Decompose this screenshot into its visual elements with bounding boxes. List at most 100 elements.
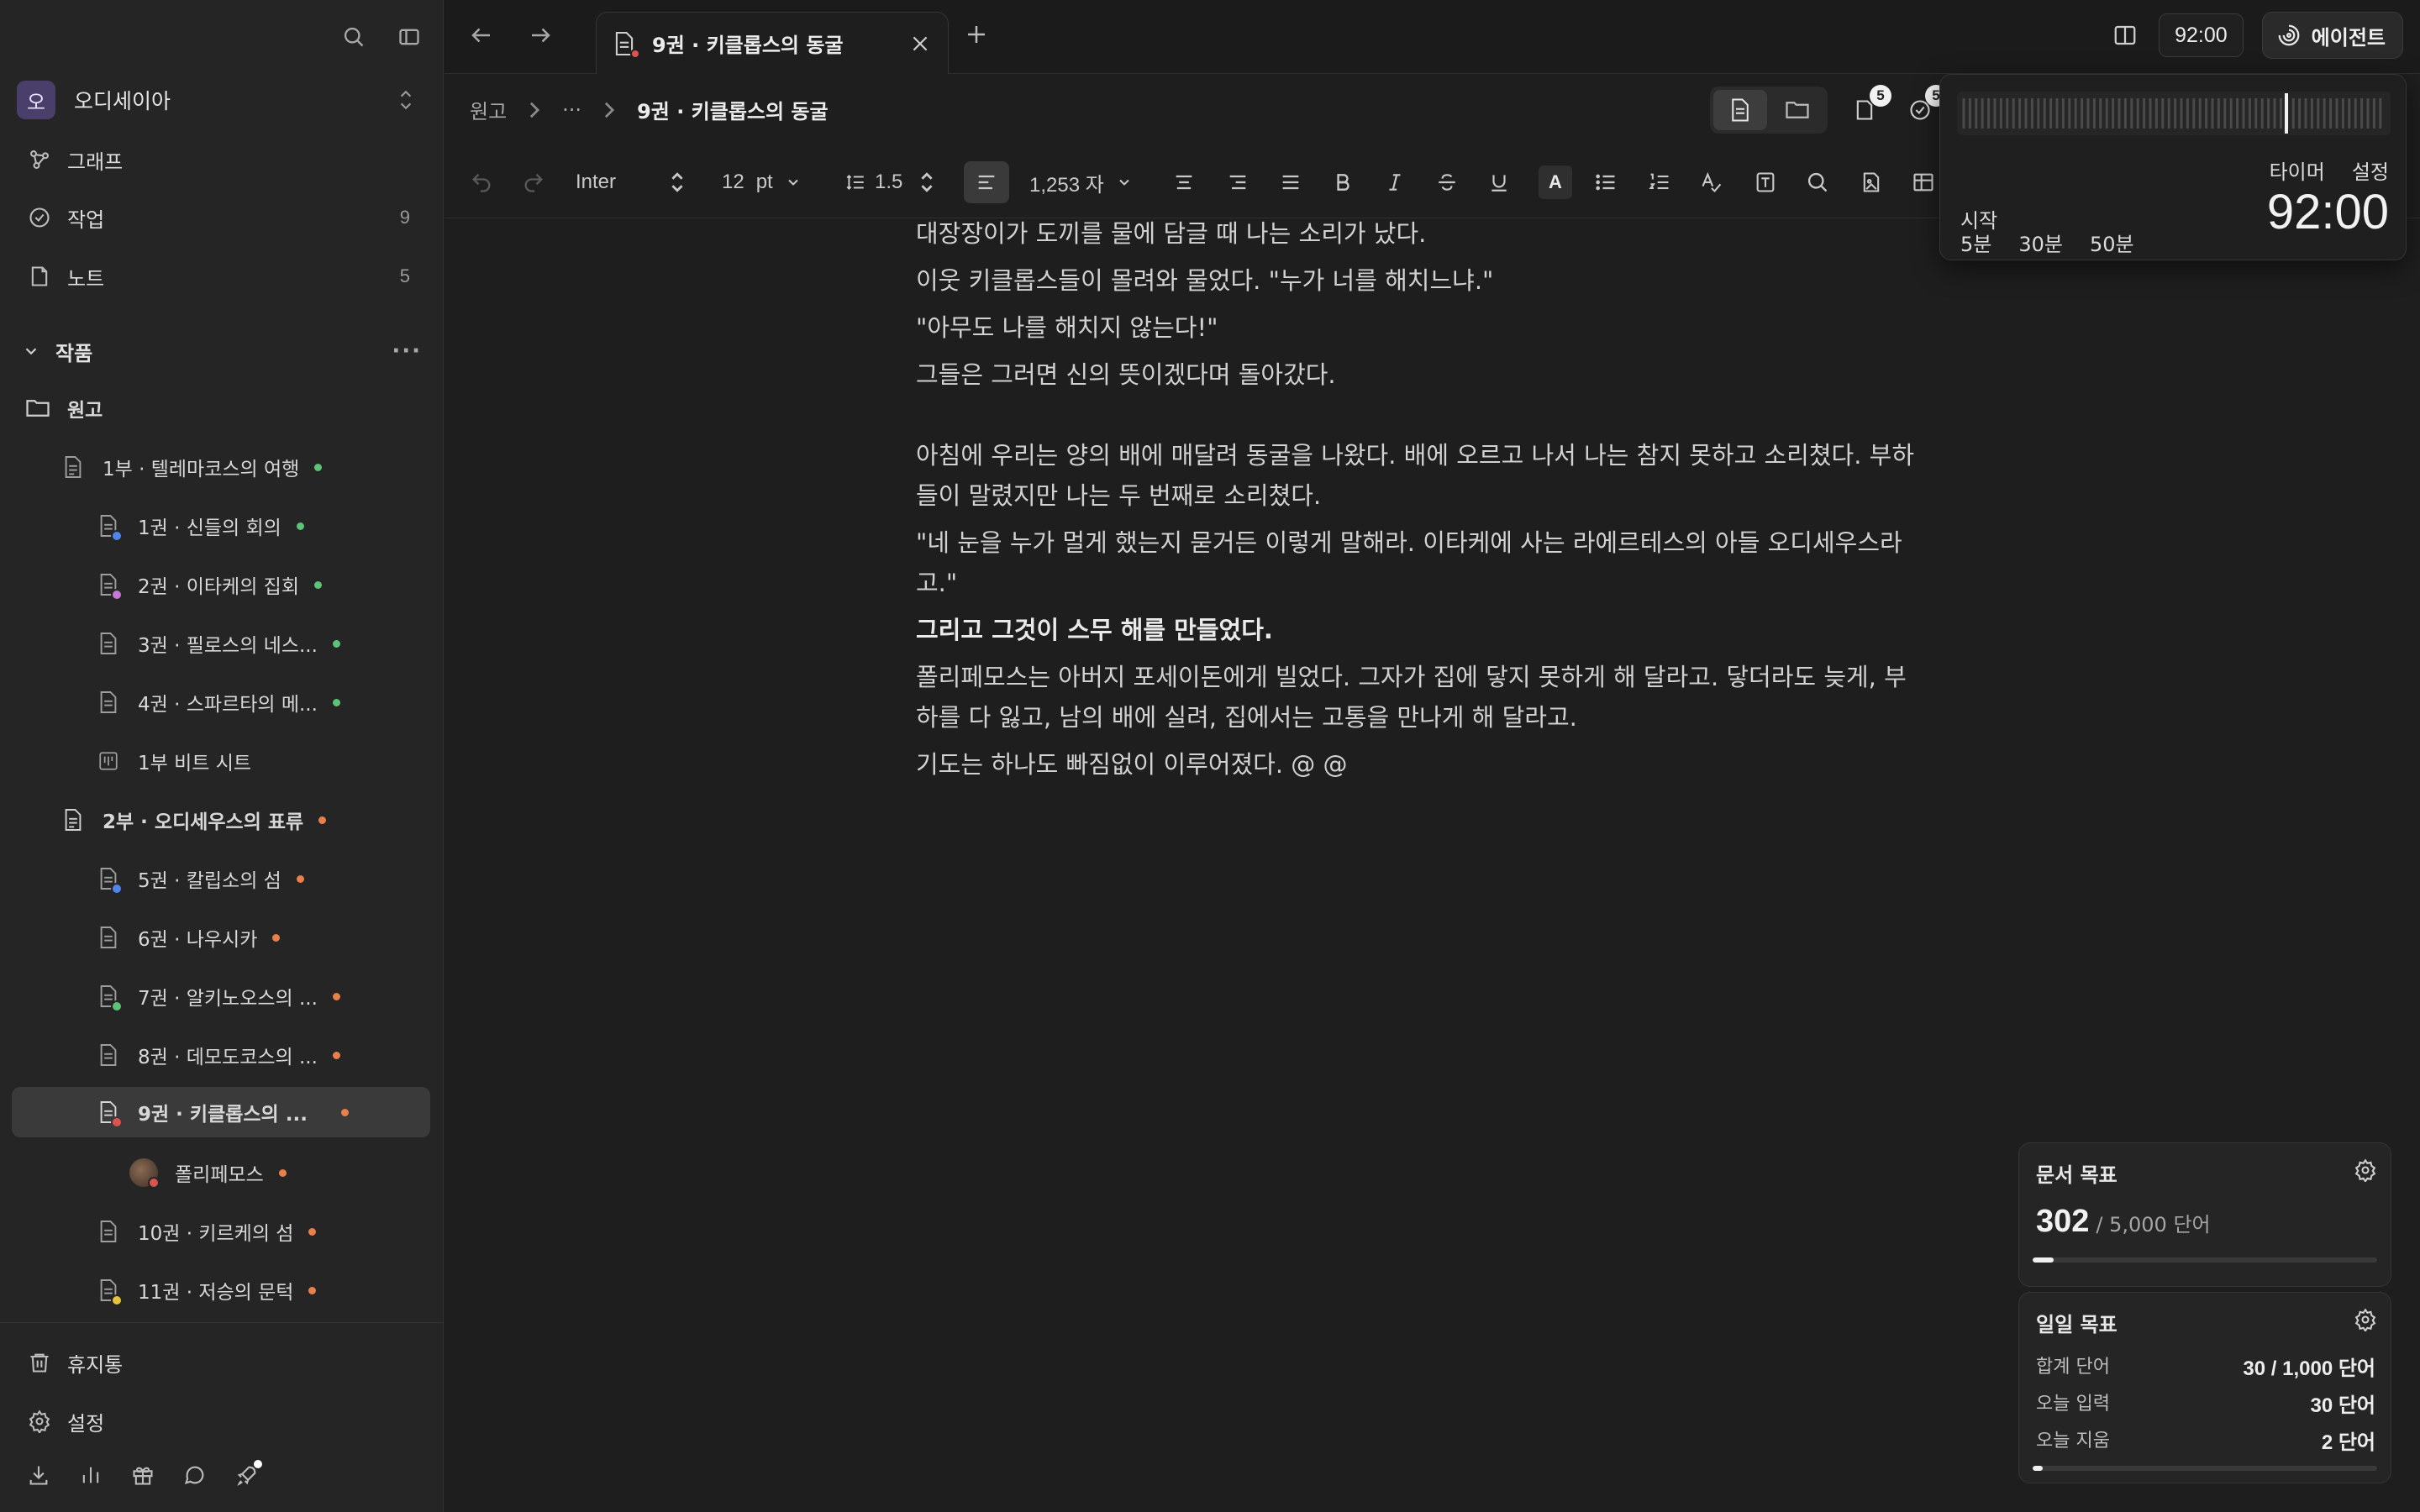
tree-book-3[interactable]: 3권 · 필로스의 네스... (96, 618, 424, 669)
paragraph[interactable]: 폴리페모스는 아버지 포세이돈에게 빌었다. 그자가 집에 닿지 못하게 해 달… (916, 657, 1924, 738)
table-icon[interactable] (1912, 161, 1935, 203)
document-goal-title: 문서 목표 (2036, 1163, 2118, 1187)
add-tab-icon[interactable] (964, 22, 989, 47)
bold-icon[interactable] (1332, 161, 1354, 203)
paragraph[interactable]: 기도는 하나도 빠짐없이 이루어졌다. @ @ (916, 744, 1924, 785)
folder-view-icon[interactable] (1770, 90, 1824, 130)
stat-label: 오늘 입력 (2036, 1394, 2110, 1415)
nav-trash[interactable]: 휴지통 (25, 1344, 420, 1381)
tree-folder-manuscript[interactable]: 원고 (25, 383, 420, 433)
timer-link[interactable]: 타이머 (2270, 155, 2325, 185)
nav-tasks[interactable]: 작업 9 (25, 199, 420, 236)
tasks-icon[interactable]: 5 (1902, 85, 1947, 130)
preset-30min[interactable]: 30분 (2018, 228, 2063, 257)
search-icon[interactable] (339, 22, 369, 52)
gift-icon[interactable] (128, 1460, 158, 1490)
tree-beat-sheet-1[interactable]: 1부 비트 시트 (96, 736, 424, 786)
redo-icon[interactable] (522, 161, 545, 203)
preset-50min[interactable]: 50분 (2090, 228, 2134, 257)
forward-arrow-icon[interactable] (525, 20, 555, 50)
rocket-icon[interactable] (232, 1460, 262, 1490)
timer-settings-link[interactable]: 설정 (2352, 155, 2389, 185)
numbered-list-icon[interactable] (1648, 161, 1671, 203)
workspace-switcher[interactable]: 오 오디세이아 (17, 81, 427, 119)
tree-book-8[interactable]: 8권 · 데모도코스의 ... (96, 1030, 424, 1080)
tree-part-2[interactable]: 2부 · 오디세우스의 표류 (60, 795, 422, 845)
timer-button[interactable]: 92:00 (2159, 13, 2244, 57)
text-box-icon[interactable] (1754, 161, 1777, 203)
paragraph-bold[interactable]: 그리고 그것이 스무 해를 만들었다. (916, 610, 1924, 650)
text-color-button[interactable]: A (1539, 161, 1572, 203)
tab-label: 9권 · 키클롭스의 동굴 (652, 34, 844, 57)
find-icon[interactable] (1806, 161, 1829, 203)
tree-book-2[interactable]: 2권 · 이타케의 집회 (96, 559, 424, 610)
divider (0, 1322, 444, 1323)
tree-book-5[interactable]: 5권 · 칼립소의 섬 (96, 853, 424, 904)
line-height-select[interactable]: 1.5 (844, 161, 934, 203)
tree-book-11[interactable]: 11권 · 저승의 문턱 (96, 1265, 424, 1315)
strikethrough-icon[interactable] (1436, 161, 1458, 203)
stat-row: 합계 단어 30 / 1,000 단어 (2036, 1352, 2375, 1381)
check-circle-icon (25, 203, 54, 232)
status-dot (308, 1286, 317, 1294)
nav-graph[interactable]: 그래프 (25, 141, 420, 178)
image-icon[interactable] (1860, 161, 1883, 203)
paragraph[interactable]: 이웃 키클롭스들이 몰려와 물었다. "누가 너를 해치느냐." (916, 260, 1924, 301)
paragraph[interactable]: 대장장이가 도끼를 물에 담글 때 나는 소리가 났다. (916, 213, 1924, 254)
font-size-select[interactable]: 12 pt (722, 161, 802, 203)
tree-book-10[interactable]: 10권 · 키르케의 섬 (96, 1206, 424, 1257)
status-dot (332, 698, 340, 706)
progress-fill (2033, 1257, 2054, 1263)
chevron-updown-icon (670, 171, 685, 194)
italic-icon[interactable] (1384, 161, 1406, 203)
nav-settings[interactable]: 설정 (25, 1403, 420, 1440)
align-justify-icon[interactable] (1279, 161, 1302, 203)
tree-book-9[interactable]: 9권 · 키클롭스의 ... (12, 1087, 430, 1137)
paragraph[interactable]: 아침에 우리는 양의 배에 매달려 동굴을 나왔다. 배에 오르고 나서 나는 … (916, 435, 1924, 516)
start-button[interactable]: 시작 (1960, 204, 1997, 234)
tree-book-4[interactable]: 4권 · 스파르타의 메... (96, 677, 424, 727)
download-icon[interactable] (24, 1460, 54, 1490)
close-icon[interactable] (909, 33, 931, 55)
align-center-icon[interactable] (1172, 161, 1196, 203)
paragraph[interactable]: 그들은 그러면 신의 뜻이겠다며 돌아갔다. (916, 354, 1924, 395)
font-family-select[interactable]: Inter (576, 161, 685, 203)
editor-content[interactable]: 대장장이가 도끼를 물에 담글 때 나는 소리가 났다. 이웃 키클롭스들이 몰… (916, 213, 1924, 791)
spellcheck-icon[interactable] (1700, 161, 1723, 203)
bullet-list-icon[interactable] (1594, 161, 1618, 203)
nav-notes[interactable]: 노트 5 (25, 258, 420, 295)
undo-icon[interactable] (470, 161, 493, 203)
tree-book-1[interactable]: 1권 · 신들의 회의 (96, 501, 424, 551)
paragraph[interactable]: "아무도 나를 해치지 않는다!" (916, 307, 1924, 348)
align-left-icon[interactable] (964, 161, 1009, 203)
timer-dial[interactable] (1957, 92, 2391, 135)
document-view-icon[interactable] (1713, 90, 1767, 130)
status-dot (314, 580, 322, 589)
tab-active-document[interactable]: 9권 · 키클롭스의 동굴 (596, 12, 949, 74)
badge-red (630, 48, 640, 59)
section-works[interactable]: 작품 ··· (22, 333, 422, 370)
chat-icon[interactable] (180, 1460, 210, 1490)
char-count-select[interactable]: 1,253 자 (1029, 161, 1133, 203)
document-goal-card: 문서 목표 302 / 5,000 단어 (2018, 1142, 2391, 1287)
breadcrumb-root[interactable]: 원고 (470, 95, 507, 124)
sidebar-toggle-icon[interactable] (394, 22, 424, 52)
paragraph[interactable]: "네 눈을 누가 멀게 했는지 묻거든 이렇게 말해라. 이타케에 사는 라에르… (916, 522, 1924, 603)
more-icon[interactable]: ··· (392, 339, 422, 364)
back-arrow-icon[interactable] (466, 20, 497, 50)
split-view-icon[interactable] (2110, 20, 2140, 50)
gear-icon[interactable] (2354, 1158, 2377, 1182)
timer-display: 92:00 (2266, 185, 2389, 239)
tree-part-1[interactable]: 1부 · 텔레마코스의 여행 (60, 442, 422, 492)
breadcrumb-ellipsis[interactable]: ··· (562, 98, 581, 122)
agent-button[interactable]: 에이전트 (2261, 12, 2403, 59)
stats-icon[interactable] (76, 1460, 106, 1490)
gear-icon[interactable] (2354, 1308, 2377, 1331)
tree-book-6[interactable]: 6권 · 나우시카 (96, 912, 424, 963)
tree-character-polyphemus[interactable]: 폴리페모스 (129, 1147, 424, 1198)
beat-sheet-icon (96, 747, 121, 775)
underline-icon[interactable] (1488, 161, 1510, 203)
align-right-icon[interactable] (1226, 161, 1249, 203)
tree-book-7[interactable]: 7권 · 알키노오스의 ... (96, 971, 424, 1021)
pages-icon[interactable]: 5 (1846, 85, 1891, 130)
